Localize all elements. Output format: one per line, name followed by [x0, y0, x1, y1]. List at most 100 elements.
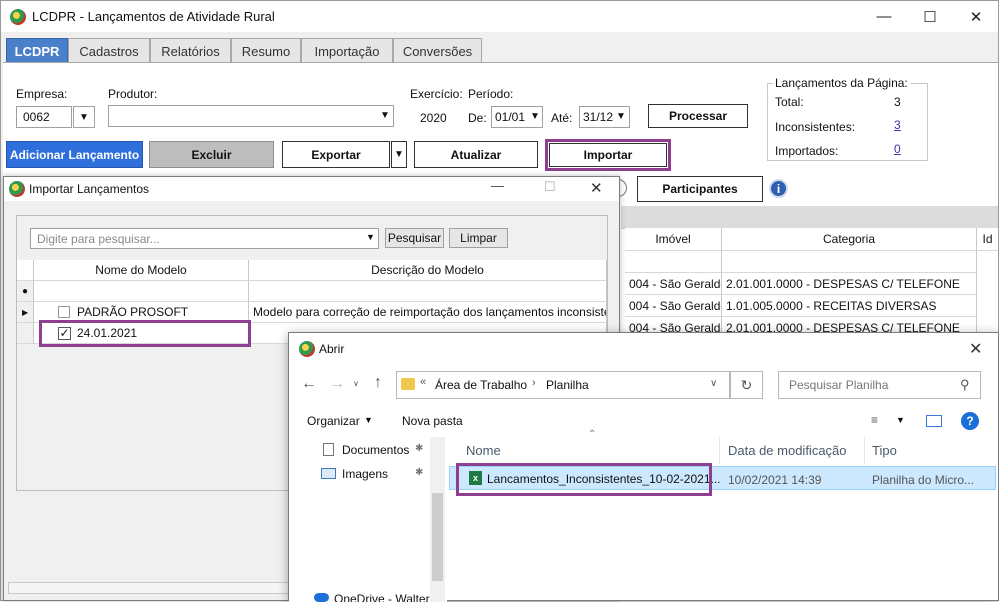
breadcrumb-overflow-icon[interactable]: « [420, 376, 426, 388]
view-dropdown-icon[interactable]: ▼ [896, 415, 905, 425]
forward-arrow-icon[interactable]: → [329, 375, 345, 393]
empresa-dropdown-icon[interactable]: ▼ [73, 106, 95, 128]
tab-relatorios[interactable]: Relatórios [150, 38, 231, 63]
nav-item-imagens[interactable]: Imagens [342, 467, 388, 481]
grid-filter-cell[interactable] [722, 251, 977, 273]
search-planilha-input[interactable]: Pesquisar Planilha [778, 371, 981, 399]
importar-button[interactable]: Importar [549, 143, 667, 167]
grid-header-descricao-modelo[interactable]: Descrição do Modelo [249, 260, 607, 281]
filter-cell[interactable] [249, 281, 607, 302]
adicionar-lancamento-button[interactable]: Adicionar Lançamento [6, 141, 143, 168]
maximize-icon[interactable]: ☐ [907, 1, 953, 32]
search-dropdown-icon[interactable]: ▼ [366, 232, 375, 242]
ate-dropdown-icon[interactable]: ▼ [616, 111, 626, 122]
help-icon[interactable]: ? [961, 412, 979, 430]
produtor-select[interactable] [108, 105, 394, 127]
view-options-icon[interactable]: ≡ [871, 413, 878, 427]
import-dialog-title: Importar Lançamentos [29, 182, 150, 196]
organizar-menu[interactable]: Organizar [307, 414, 360, 428]
back-arrow-icon[interactable]: ← [301, 375, 317, 393]
open-dialog-title: Abrir [319, 342, 345, 356]
open-file-dialog: Abrir ✕ ← → ∨ ↑ « Área de Trabalho › Pla… [288, 332, 999, 602]
filter-pin-icon[interactable]: ● [17, 281, 34, 302]
image-icon [321, 468, 336, 479]
close-icon[interactable]: ✕ [969, 339, 982, 359]
refresh-icon[interactable]: ↻ [730, 371, 763, 399]
model-description[interactable]: Modelo para correção de reimportação dos… [249, 302, 607, 323]
nova-pasta-button[interactable]: Nova pasta [402, 414, 463, 428]
processar-button[interactable]: Processar [648, 104, 748, 128]
summary-title: Lançamentos da Página: [773, 76, 910, 90]
breadcrumb-area-de-trabalho[interactable]: Área de Trabalho [435, 378, 527, 392]
produtor-dropdown-icon[interactable]: ▼ [380, 110, 390, 121]
close-icon[interactable]: ✕ [590, 179, 603, 197]
grid-header-id[interactable]: Id [977, 228, 998, 251]
column-nome[interactable]: Nome [447, 437, 720, 464]
nav-scrollbar-thumb[interactable] [432, 493, 443, 581]
recent-chevron-icon[interactable]: ∨ [353, 379, 359, 388]
tab-resumo[interactable]: Resumo [231, 38, 301, 63]
exportar-dropdown-icon[interactable]: ▼ [391, 141, 407, 168]
total-label: Total: [775, 95, 804, 109]
exercicio-value: 2020 [420, 111, 447, 125]
address-dropdown-icon[interactable]: ∨ [710, 378, 717, 389]
title-bar: LCDPR - Lançamentos de Atividade Rural —… [1, 1, 998, 32]
pin-icon[interactable]: ✱ [415, 467, 423, 478]
exercicio-label: Exercício: [410, 87, 463, 101]
grid-group-bar [621, 206, 998, 228]
search-icon: ⚲ [960, 377, 970, 392]
tab-cadastros[interactable]: Cadastros [68, 38, 150, 63]
filter-cell[interactable] [34, 281, 249, 302]
excluir-button[interactable]: Excluir [149, 141, 274, 168]
grid-header-nome-modelo[interactable]: Nome do Modelo [34, 260, 249, 281]
tab-conversoes[interactable]: Conversões [393, 38, 482, 63]
table-row-categoria[interactable]: 1.01.005.0000 - RECEITAS DIVERSAS [722, 295, 977, 317]
breadcrumb-separator-icon: › [532, 377, 536, 389]
grid-filter-cell[interactable] [625, 251, 722, 273]
breadcrumb-planilha[interactable]: Planilha [546, 378, 589, 392]
navigation-pane [289, 437, 447, 602]
model-row-highlight [39, 320, 251, 347]
up-arrow-icon[interactable]: ↑ [374, 374, 382, 392]
maximize-icon[interactable]: ☐ [544, 179, 556, 195]
minimize-icon[interactable]: — [491, 178, 504, 193]
row-indicator [17, 323, 34, 344]
ate-label: Até: [551, 111, 573, 125]
tab-importacao[interactable]: Importação [301, 38, 393, 63]
table-row-imovel[interactable]: 004 - São Geraldo [625, 273, 722, 295]
importados-link[interactable]: 0 [894, 142, 901, 156]
file-highlight [456, 463, 712, 496]
info-icon[interactable]: i [769, 179, 788, 198]
empresa-select[interactable]: 0062 [16, 106, 72, 128]
tab-lcdpr[interactable]: LCDPR [6, 38, 68, 63]
grid-header-imovel[interactable]: Imóvel [625, 228, 722, 251]
pesquisar-button[interactable]: Pesquisar [385, 228, 444, 248]
atualizar-button[interactable]: Atualizar [414, 141, 538, 168]
file-type: Planilha do Micro... [872, 473, 975, 487]
window-title: LCDPR - Lançamentos de Atividade Rural [32, 9, 275, 24]
app-logo-icon [299, 341, 315, 357]
model-name: PADRÃO PROSOFT [77, 305, 189, 319]
column-data-modificacao[interactable]: Data de modificação [721, 437, 865, 464]
grid-header-categoria[interactable]: Categoria [722, 228, 977, 251]
participantes-button[interactable]: Participantes [637, 176, 763, 202]
pin-icon[interactable]: ✱ [415, 443, 423, 454]
grid-corner [17, 260, 34, 281]
row-checkbox[interactable] [58, 306, 70, 318]
minimize-icon[interactable]: — [861, 1, 907, 32]
de-dropdown-icon[interactable]: ▼ [530, 111, 540, 122]
organizar-dropdown-icon[interactable]: ▼ [364, 415, 373, 425]
table-row-imovel[interactable]: 004 - São Geraldo [625, 295, 722, 317]
model-search-input[interactable]: Digite para pesquisar... [30, 228, 379, 249]
column-tipo[interactable]: Tipo [866, 437, 996, 464]
limpar-button[interactable]: Limpar [449, 228, 508, 248]
table-row-categoria[interactable]: 2.01.001.0000 - DESPESAS C/ TELEFONE [722, 273, 977, 295]
nav-item-documentos[interactable]: Documentos [342, 443, 409, 457]
close-icon[interactable]: ✕ [953, 1, 999, 32]
inconsistentes-link[interactable]: 3 [894, 118, 901, 132]
nav-onedrive-clip: OneDrive - Walter [289, 589, 447, 602]
preview-pane-icon[interactable] [926, 415, 942, 427]
folder-icon [401, 378, 415, 390]
exportar-button[interactable]: Exportar [282, 141, 390, 168]
file-date: 10/02/2021 14:39 [728, 473, 822, 487]
